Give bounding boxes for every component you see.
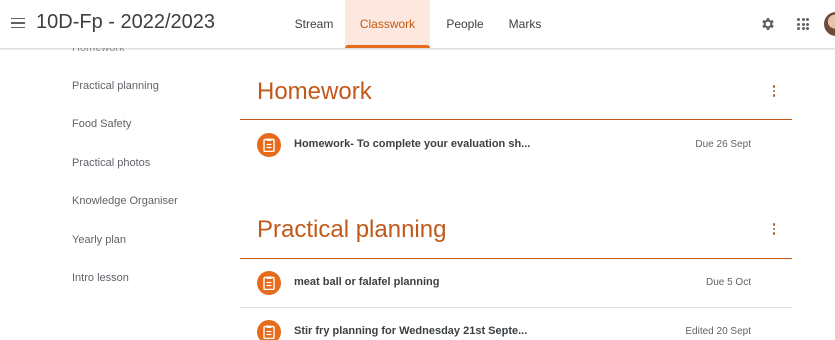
sidebar-item-yearly-plan[interactable]: Yearly plan [72, 234, 126, 246]
avatar[interactable] [824, 12, 835, 36]
sidebar-item-knowledge-organiser[interactable]: Knowledge Organiser [72, 195, 178, 207]
topic-title[interactable]: Practical planning [257, 216, 446, 244]
class-title[interactable]: 10D-Fp - 2022/2023 [36, 11, 215, 34]
row-divider [240, 307, 792, 308]
item-status: Due 26 Sept [695, 139, 751, 150]
tab-people[interactable]: People [440, 0, 490, 48]
topic-divider [240, 119, 792, 120]
more-vert-icon[interactable] [771, 85, 777, 99]
item-status: Edited 20 Sept [685, 326, 751, 337]
hamburger-menu-icon[interactable] [11, 14, 25, 32]
sidebar-item-food-safety[interactable]: Food Safety [72, 118, 131, 130]
sidebar-item-practical-planning[interactable]: Practical planning [72, 80, 159, 92]
sidebar-item-practical-photos[interactable]: Practical photos [72, 157, 150, 169]
item-title: Stir fry planning for Wednesday 21st Sep… [294, 325, 528, 337]
classwork-item[interactable]: Homework- To complete your evaluation sh… [240, 123, 792, 167]
tab-marks[interactable]: Marks [505, 0, 545, 48]
top-app-bar: 10D-Fp - 2022/2023 Stream Classwork Peop… [0, 0, 835, 48]
topic-divider [240, 258, 792, 259]
sidebar-item-intro-lesson[interactable]: Intro lesson [72, 272, 129, 284]
settings-icon[interactable] [760, 16, 776, 32]
assignment-icon [257, 271, 281, 295]
topics-sidebar: Homework Practical planning Food Safety … [0, 42, 230, 340]
classwork-item[interactable]: Stir fry planning for Wednesday 21st Sep… [240, 310, 792, 340]
tab-classwork[interactable]: Classwork [345, 0, 430, 48]
item-title: meat ball or falafel planning [294, 276, 440, 288]
item-status: Due 5 Oct [705, 277, 751, 288]
assignment-icon [257, 133, 281, 157]
assignment-icon [257, 320, 281, 340]
topic-title[interactable]: Homework [257, 78, 372, 106]
classwork-main: Homework Homework- To complete your eval… [240, 48, 795, 340]
classwork-item[interactable]: meat ball or falafel planning Due 5 Oct [240, 261, 792, 305]
item-title: Homework- To complete your evaluation sh… [294, 138, 531, 150]
google-apps-icon[interactable] [797, 18, 809, 30]
more-vert-icon[interactable] [771, 223, 777, 237]
tab-stream[interactable]: Stream [278, 0, 350, 48]
